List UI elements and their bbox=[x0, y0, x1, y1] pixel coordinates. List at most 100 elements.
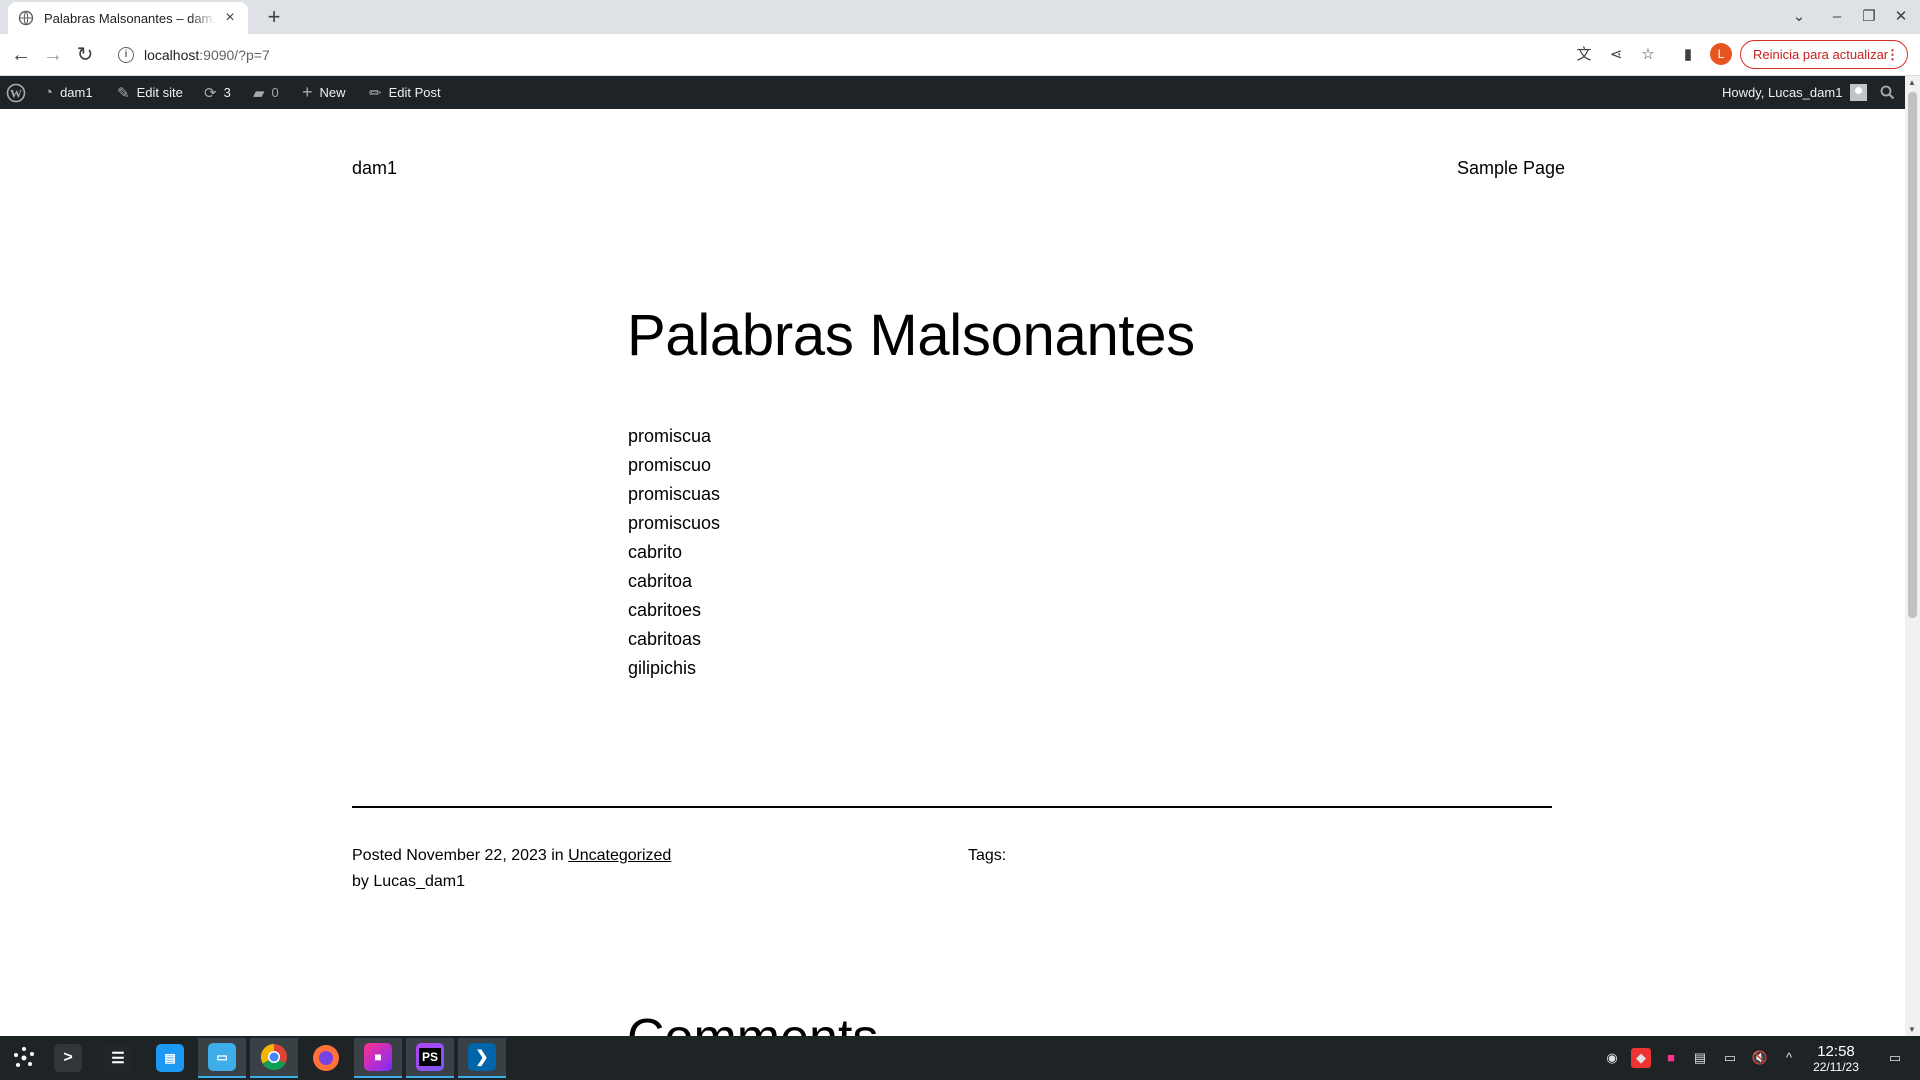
launcher-svg bbox=[14, 1047, 34, 1067]
url-host: localhost bbox=[144, 47, 200, 63]
page-scrollbar[interactable]: ▲ ▼ bbox=[1905, 76, 1920, 1036]
close-tab-icon[interactable]: × bbox=[222, 9, 238, 27]
by-label: by bbox=[352, 873, 369, 890]
dashboard-icon: ◔ bbox=[44, 84, 54, 101]
post-date: November 22, 2023 bbox=[406, 847, 547, 864]
ab-updates[interactable]: ⟳ 3 bbox=[204, 76, 231, 109]
browser-toolbar: ← → ↻ i localhost:9090/?p=7 文 ⋖ ☆ ▮ bbox=[0, 34, 1920, 76]
app-launcher-icon[interactable] bbox=[0, 1038, 48, 1078]
wordpress-logo-icon[interactable]: W bbox=[6, 76, 26, 109]
tray-expand-icon[interactable]: ^ bbox=[1779, 1048, 1799, 1068]
network-icon[interactable]: ▭ bbox=[1720, 1048, 1740, 1068]
post-meta: Posted November 22, 2023 in Uncategorize… bbox=[352, 843, 671, 895]
content-line: cabritoas bbox=[628, 629, 702, 649]
post-author: Lucas_dam1 bbox=[373, 873, 465, 890]
content-line: cabrito bbox=[628, 542, 683, 562]
site-title[interactable]: dam1 bbox=[352, 158, 397, 179]
site-info-icon[interactable]: i bbox=[118, 47, 134, 63]
updates-icon: ⟳ bbox=[204, 84, 217, 102]
accessibility-icon[interactable]: ◉ bbox=[1602, 1048, 1622, 1068]
toolbox-tray-icon[interactable]: ■ bbox=[1661, 1048, 1681, 1068]
brush-icon: ✎ bbox=[117, 84, 130, 102]
clock[interactable]: 12:58 22/11/23 bbox=[1806, 1043, 1866, 1074]
post-title: Palabras Malsonantes bbox=[627, 303, 1195, 368]
show-desktop-icon[interactable]: ▭ bbox=[1885, 1048, 1905, 1068]
share-icon[interactable]: ⋖ bbox=[1605, 44, 1627, 66]
bookmark-star-icon[interactable]: ☆ bbox=[1637, 44, 1659, 66]
ab-my-account[interactable]: Howdy, Lucas_dam1 bbox=[1722, 76, 1868, 109]
nav-sample-page[interactable]: Sample Page bbox=[1457, 158, 1565, 179]
translate-icon[interactable]: 文 bbox=[1573, 44, 1595, 66]
content-line: promiscua bbox=[628, 426, 712, 446]
wp-admin-bar: W ◔ dam1 ✎ Edit site ⟳ 3 ▰ 0 + New ✏ Edi… bbox=[0, 76, 1920, 109]
chrome-icon[interactable] bbox=[250, 1038, 298, 1078]
volume-muted-icon[interactable]: 🔇 bbox=[1750, 1048, 1770, 1068]
clipboard-icon[interactable]: ▤ bbox=[1690, 1048, 1710, 1068]
ab-new[interactable]: + New bbox=[302, 76, 346, 109]
update-button-label: Reinicia para actualizar bbox=[1753, 47, 1889, 62]
tab-search-icon[interactable]: ⌄ bbox=[1784, 4, 1814, 30]
posted-label: Posted bbox=[352, 847, 402, 864]
ab-edit-post[interactable]: ✏ Edit Post bbox=[369, 76, 441, 109]
close-window-icon[interactable]: ✕ bbox=[1886, 4, 1916, 30]
scroll-down-icon[interactable]: ▼ bbox=[1908, 1025, 1916, 1034]
scroll-thumb[interactable] bbox=[1908, 92, 1917, 618]
wp-logo-svg: W bbox=[6, 83, 26, 102]
ab-edit-site-label: Edit site bbox=[136, 85, 183, 100]
firefox-icon[interactable] bbox=[302, 1038, 350, 1078]
globe-icon bbox=[18, 10, 34, 26]
comment-icon: ▰ bbox=[253, 84, 265, 102]
back-icon[interactable]: ← bbox=[8, 42, 34, 68]
clock-date: 22/11/23 bbox=[1813, 1060, 1859, 1074]
reload-icon[interactable]: ↻ bbox=[72, 42, 98, 68]
ab-site-name-label: dam1 bbox=[60, 85, 93, 100]
ab-howdy-label: Howdy, Lucas_dam1 bbox=[1722, 85, 1843, 100]
url-path: :9090/?p=7 bbox=[199, 47, 270, 63]
category-link[interactable]: Uncategorized bbox=[568, 847, 671, 864]
forward-icon[interactable]: → bbox=[40, 42, 66, 68]
update-button[interactable]: Reinicia para actualizar ⋮ bbox=[1740, 40, 1908, 69]
phpstorm-label: PS bbox=[418, 1048, 441, 1066]
content-line: gilipichis bbox=[628, 658, 697, 678]
ab-edit-site[interactable]: ✎ Edit site bbox=[117, 76, 183, 109]
side-panel-icon[interactable]: ▮ bbox=[1677, 44, 1699, 66]
post-content: promiscua promiscuo promiscuas promiscuo… bbox=[628, 422, 720, 683]
settings-icon[interactable]: ☰ bbox=[94, 1038, 142, 1078]
scroll-up-icon[interactable]: ▲ bbox=[1908, 78, 1916, 87]
user-avatar-icon bbox=[1850, 84, 1868, 101]
address-bar[interactable]: i localhost:9090/?p=7 bbox=[110, 40, 1580, 70]
software-store-icon[interactable]: ▤ bbox=[146, 1038, 194, 1078]
restore-icon[interactable]: ❐ bbox=[1854, 4, 1884, 30]
anydesk-icon[interactable]: ◆ bbox=[1631, 1048, 1651, 1068]
phpstorm-icon[interactable]: PS bbox=[406, 1038, 454, 1078]
more-menu-icon[interactable]: ⋮ bbox=[1886, 41, 1899, 68]
chrome-svg bbox=[260, 1043, 287, 1071]
pencil-icon: ✏ bbox=[369, 84, 382, 102]
content-line: cabritoes bbox=[628, 600, 702, 620]
firefox-svg bbox=[313, 1045, 339, 1071]
in-label: in bbox=[551, 847, 564, 864]
content-line: promiscuos bbox=[628, 513, 721, 533]
clock-time: 12:58 bbox=[1817, 1043, 1855, 1060]
content-line: promiscuas bbox=[628, 484, 721, 504]
ab-search[interactable] bbox=[1880, 76, 1895, 109]
file-manager-icon[interactable]: ▭ bbox=[198, 1038, 246, 1078]
profile-avatar[interactable]: L bbox=[1710, 43, 1732, 65]
vscode-icon[interactable]: ❯ bbox=[458, 1038, 506, 1078]
ab-edit-post-label: Edit Post bbox=[388, 85, 441, 100]
search-icon bbox=[1880, 85, 1895, 100]
plus-icon: + bbox=[302, 82, 313, 102]
tab-title: Palabras Malsonantes – dam1 bbox=[44, 10, 216, 26]
content-separator bbox=[352, 806, 1552, 808]
browser-tab[interactable]: Palabras Malsonantes – dam1 × bbox=[8, 2, 248, 34]
jetbrains-toolbox-icon[interactable]: ■ bbox=[354, 1038, 402, 1078]
ab-site-name[interactable]: ◔ dam1 bbox=[44, 76, 93, 109]
ab-comments-count: 0 bbox=[271, 85, 279, 100]
taskbar: > ☰ ▤ ▭ ■ PS ❯ ◉ ◆ ■ ▤ ▭ 🔇 ^ 12:58 22/11… bbox=[0, 1036, 1920, 1080]
terminal-icon[interactable]: > bbox=[44, 1038, 92, 1078]
new-tab-button[interactable]: + bbox=[260, 4, 288, 32]
minimize-icon[interactable]: – bbox=[1822, 4, 1852, 30]
tab-strip: Palabras Malsonantes – dam1 × + ⌄ – ❐ ✕ bbox=[0, 0, 1920, 34]
ab-updates-count: 3 bbox=[223, 85, 231, 100]
ab-comments[interactable]: ▰ 0 bbox=[253, 76, 279, 109]
